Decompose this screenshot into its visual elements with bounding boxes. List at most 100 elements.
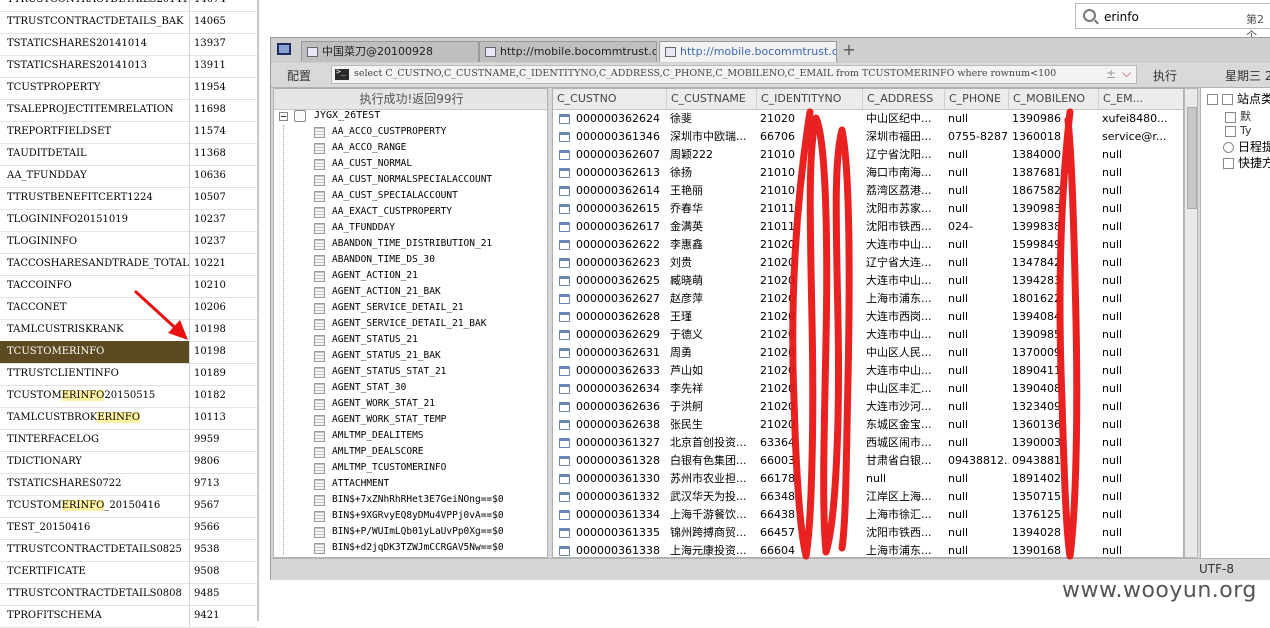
column-header[interactable]: C_MOBILENO [1009, 89, 1099, 109]
table-row[interactable]: 000000361335 锦州跨搏商贸... 66457 沈阳市铁西... null 13… [553, 524, 1183, 542]
sql-text[interactable]: select C_CUSTNO,C_CUSTNAME,C_IDENTITYNO,… [354, 68, 1056, 79]
column-header[interactable]: C_EM... [1099, 89, 1183, 109]
tree-item-table[interactable]: AGENT_WORK_STAT_TEMP [274, 413, 547, 429]
tab-caidao[interactable]: 中国菜刀@20100928 [301, 41, 479, 62]
column-header[interactable]: C_CUSTNO [553, 89, 667, 109]
site-category[interactable]: 站点类 [1207, 90, 1270, 107]
find-box[interactable]: erinfo 第2个 [1075, 3, 1270, 42]
collapse-icon[interactable] [279, 112, 288, 121]
grid-scrollbar[interactable] [1184, 88, 1198, 558]
table-cell: 000000362615 [576, 202, 660, 215]
table-row[interactable]: 000000362636 于洪舸 21020 大连市沙河... null 1323409 n… [553, 398, 1183, 416]
table-row[interactable]: 000000362623 刘贵 21020 辽宁省大连... null 1347842 nu… [553, 254, 1183, 272]
tree-item-table[interactable]: AA_TFUNDDAY [274, 221, 547, 237]
table-row[interactable]: 000000361346 深圳市中欧瑞... 66706 深圳市福田... 0755-8… [553, 128, 1183, 146]
row-count-cell: 14065 [194, 16, 226, 27]
chevron-down-icon[interactable]: ⌵ [1122, 66, 1131, 81]
column-header[interactable]: C_CUSTNAME [667, 89, 757, 109]
table-row[interactable]: 000000362617 金满英 21011 沈阳市铁西... 024- 1399838 n… [553, 218, 1183, 236]
row-count-cell: 11368 [194, 148, 226, 159]
config-button[interactable]: 配置 [287, 67, 311, 84]
encoding-label[interactable]: UTF-8 [1199, 562, 1234, 576]
record-icon [559, 204, 570, 214]
table-row[interactable]: 000000362638 张民生 21020 东城区金宝... null 1360136 n… [553, 416, 1183, 434]
find-input-value[interactable]: erinfo [1104, 10, 1139, 24]
tree-item-table[interactable]: AGENT_STAT_30 [274, 381, 547, 397]
table-cell: 000000361335 [576, 526, 660, 539]
table-row[interactable]: 000000362622 李惠鑫 21020 大连市中山... null 1599849 n… [553, 236, 1183, 254]
table-row[interactable]: 000000361338 上海元康投资... 66604 上海市浦东... null 13… [553, 542, 1183, 557]
table-row[interactable]: 000000362631 周勇 21020 中山区人民... null 1370009 nu… [553, 344, 1183, 362]
tree-item-table[interactable]: AGENT_STATUS_21_BAK [274, 349, 547, 365]
tree-item-table[interactable]: AGENT_SERVICE_DETAIL_21_BAK [274, 317, 547, 333]
table-name-cell: TREPORTFIELDSET [0, 121, 190, 143]
expand-icon[interactable]: ± [1106, 67, 1116, 81]
table-cell: 大连市中山... [866, 364, 932, 377]
column-header[interactable]: C_PHONE [945, 89, 1009, 109]
tree-item-table[interactable]: AA_CUST_NORMALSPECIALACCOUNT [274, 173, 547, 189]
tree-item-table[interactable]: AGENT_ACTION_21 [274, 269, 547, 285]
weekday-label: 星期三 2 [1225, 69, 1270, 83]
shortcut-item[interactable]: 快捷方 [1223, 154, 1270, 171]
tree-item-table[interactable]: AA_ACCO_RANGE [274, 141, 547, 157]
table-row[interactable]: 000000361328 白银有色集团... 66003 甘肃省白银... 094388… [553, 452, 1183, 470]
table-cell: 武汉华天为投... [670, 490, 747, 503]
tab-mobile-1[interactable]: http://mobile.bocommtrust.co... [479, 41, 657, 62]
table-cell: 000000362624 [576, 112, 660, 125]
scrollbar-thumb[interactable] [1187, 107, 1197, 209]
tree-item-table[interactable]: BIN$+7xZNhRhRHet3E7GeiNOng==$0 [274, 493, 547, 509]
column-header[interactable]: C_ADDRESS [863, 89, 945, 109]
table-row[interactable]: 000000362625 臧晓萌 21020 大连市中山... null 1394283 n… [553, 272, 1183, 290]
tree-item-table[interactable]: ATTACHMENT [274, 477, 547, 493]
execute-button[interactable]: 执行 [1153, 67, 1177, 84]
tree-item-label: AA_EXACT_CUSTPROPERTY [332, 206, 453, 217]
site-sub-item[interactable]: 默 [1225, 108, 1251, 124]
background-table-row: TTRUSTBENEFITCERT1224 10507 [0, 187, 257, 210]
table-row[interactable]: 000000362614 王艳丽 21010 荔湾区荔港... null 1867582 n… [553, 182, 1183, 200]
tree-item-table[interactable]: AGENT_STATUS_STAT_21 [274, 365, 547, 381]
table-row[interactable]: 000000362624 徐斐 21020 中山区纪中... null 1390986 xu… [553, 110, 1183, 128]
tree-item-table[interactable]: BIN$+9XGRvyEQ8yDMu4VPPj0vA==$0 [274, 509, 547, 525]
table-cell: null [1102, 256, 1123, 269]
table-row[interactable]: 000000362634 李先祥 21020 中山区丰汇... null 1390408 n… [553, 380, 1183, 398]
row-count-cell: 9959 [194, 434, 220, 445]
table-row[interactable]: 000000362613 徐扬 21010 海口市南海... null 1387681 nu… [553, 164, 1183, 182]
site-sub-item[interactable]: Ty [1225, 124, 1252, 137]
tree-item-table[interactable]: AGENT_ACTION_21_BAK [274, 285, 547, 301]
table-cell: 000000362622 [576, 238, 660, 251]
table-row[interactable]: 000000362633 芦山如 21020 大连市中山... null 1890411 n… [553, 362, 1183, 380]
table-row[interactable]: 000000361332 武汉华天为投... 66348 江岸区上海... null 13… [553, 488, 1183, 506]
tree-item-table[interactable]: AA_EXACT_CUSTPROPERTY [274, 205, 547, 221]
table-row[interactable]: 000000362627 赵彦萍 21020 上海市浦东... null 1801622 n… [553, 290, 1183, 308]
table-row[interactable]: 000000362629 于德义 21020 大连市中山... null 1390985 n… [553, 326, 1183, 344]
new-tab-button[interactable]: + [842, 40, 856, 60]
tree-item-table[interactable]: ABANDON_TIME_DS_30 [274, 253, 547, 269]
table-row[interactable]: 000000362628 王瑾 21020 大连市西岗... null 1394084 nu… [553, 308, 1183, 326]
tree-item-table[interactable]: AMLTMP_DEALITEMS [274, 429, 547, 445]
tree-item-table[interactable]: AGENT_WORK_STAT_21 [274, 397, 547, 413]
tree-item-table[interactable]: BIN$+P/WUImLQb01yLaUvPp0Xg==$0 [274, 525, 547, 541]
table-row[interactable]: 000000362607 周颖222 21010 辽宁省沈阳... null 138400… [553, 146, 1183, 164]
tree-item-table[interactable]: AA_CUST_NORMAL [274, 157, 547, 173]
tree-item-table[interactable]: BIN$+d2jqDK3TZWJmCCRGAV5Nw==$0 [274, 541, 547, 557]
tree-item-table[interactable]: AGENT_SERVICE_DETAIL_21 [274, 301, 547, 317]
table-row[interactable]: 000000361327 北京首创投资... 63364 西城区闹市... null 13… [553, 434, 1183, 452]
table-cell: 于洪舸 [670, 400, 703, 413]
tab-mobile-2[interactable]: http://mobile.bocommtrust.co... [659, 41, 837, 62]
tree-item-table[interactable]: AMLTMP_DEALSCORE [274, 445, 547, 461]
tree-item-label: AGENT_SERVICE_DETAIL_21_BAK [332, 318, 487, 329]
tree-item-table[interactable]: ABANDON_TIME_DISTRIBUTION_21 [274, 237, 547, 253]
tree-item-label: ABANDON_TIME_DS_30 [332, 254, 435, 265]
table-row[interactable]: 000000361334 上海千游餐饮... 66438 上海市徐汇... null 13… [553, 506, 1183, 524]
sql-input[interactable]: select C_CUSTNO,C_CUSTNAME,C_IDENTITYNO,… [331, 65, 1137, 84]
collapse-icon[interactable] [1207, 94, 1218, 105]
tree-item-table[interactable]: AA_ACCO_CUSTPROPERTY [274, 125, 547, 141]
column-header[interactable]: C_IDENTITYNO [757, 89, 863, 109]
table-cell: 000000362631 [576, 346, 660, 359]
schedule-item[interactable]: 日程提 [1223, 138, 1270, 155]
table-row[interactable]: 000000362615 乔春华 21011 沈阳市苏家... null 1390983 n… [553, 200, 1183, 218]
tree-item-table[interactable]: AA_CUST_SPECIALACCOUNT [274, 189, 547, 205]
tree-item-table[interactable]: AGENT_STATUS_21 [274, 333, 547, 349]
table-row[interactable]: 000000361330 苏州市农业担... 66178 null null 189140… [553, 470, 1183, 488]
tree-item-table[interactable]: AMLTMP_TCUSTOMERINFO [274, 461, 547, 477]
